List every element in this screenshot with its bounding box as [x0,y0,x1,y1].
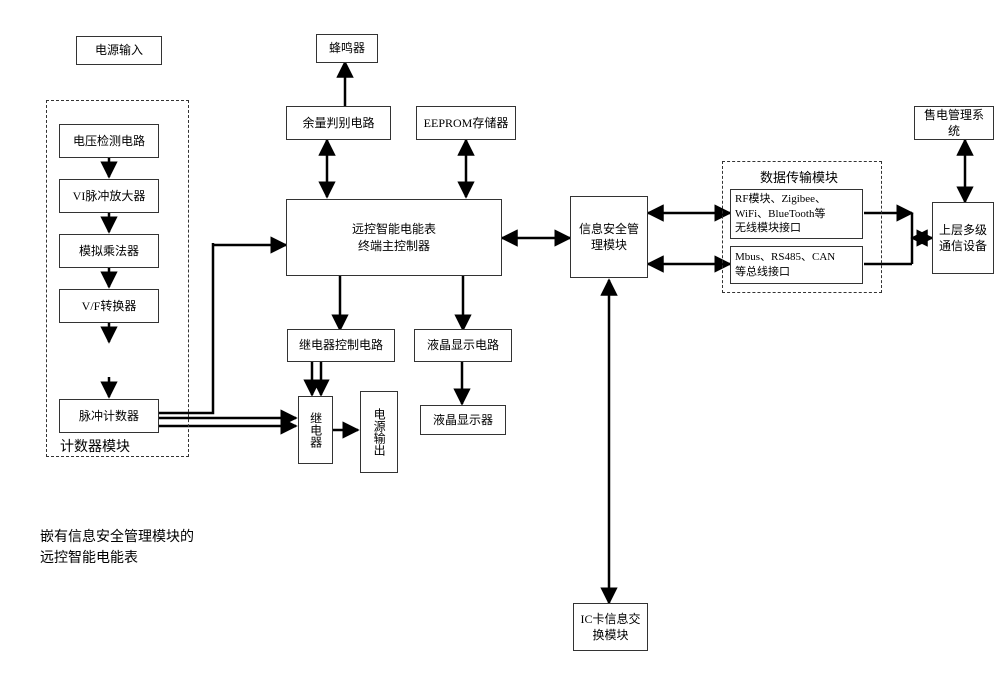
wireless-text: RF模块、Zigibee、 WiFi、BlueTooth等 无线模块接口 [735,192,826,237]
wireless-l2: WiFi、BlueTooth等 [735,208,825,220]
buzzer-label: 蜂鸣器 [329,40,365,56]
lcd-display-box: 液晶显示器 [420,405,506,435]
ic-card-box: IC卡信息交换模块 [573,603,648,651]
wireless-box: RF模块、Zigibee、 WiFi、BlueTooth等 无线模块接口 [730,189,863,239]
eeprom-label: EEPROM存储器 [424,115,509,131]
upper-comm-label: 上层多级通信设备 [937,222,989,254]
bus-box: Mbus、RS485、CAN 等总线接口 [730,246,863,284]
counter-module-label: 计数器模块 [60,436,130,456]
remaining-judge-label: 余量判别电路 [302,115,374,131]
voltage-detect-box: 电压检测电路 [59,124,159,158]
eeprom-box: EEPROM存储器 [416,106,516,140]
vi-pulse-box: VI脉冲放大器 [59,179,159,213]
power-output-box: 电源输出 [360,391,398,473]
relay-box: 继电器 [298,396,333,464]
buzzer-box: 蜂鸣器 [316,34,378,63]
voltage-detect-label: 电压检测电路 [73,133,145,149]
main-boundary-label-l2: 远控智能电能表 [40,551,138,566]
wireless-l1: RF模块、Zigibee、 [735,193,826,205]
pulse-counter-label: 脉冲计数器 [79,408,139,424]
data-transfer-label: 数据传输模块 [760,167,838,186]
main-boundary-label-l1: 嵌有信息安全管理模块的 [40,530,194,545]
upper-comm-box: 上层多级通信设备 [932,202,994,274]
info-security-box: 信息安全管理模块 [570,196,648,278]
power-output-label: 电源输出 [371,408,387,456]
sales-mgmt-box: 售电管理系统 [914,106,994,140]
main-controller-l1: 远控智能电能表 [352,221,436,237]
ic-card-label: IC卡信息交换模块 [578,611,643,643]
lcd-circuit-label: 液晶显示电路 [427,337,499,353]
bus-l1: Mbus、RS485、CAN [735,251,835,263]
main-controller-l2: 终端主控制器 [358,238,430,254]
relay-label: 继电器 [307,412,323,448]
power-input-label: 电源输入 [95,42,143,58]
main-boundary-label: 嵌有信息安全管理模块的 远控智能电能表 [40,527,194,569]
bus-text: Mbus、RS485、CAN 等总线接口 [735,250,835,280]
remaining-judge-box: 余量判别电路 [286,106,391,140]
power-input-box: 电源输入 [76,36,162,65]
sales-mgmt-label: 售电管理系统 [919,107,989,139]
relay-control-label: 继电器控制电路 [299,337,383,353]
analog-mult-box: 模拟乘法器 [59,234,159,268]
vf-converter-label: V/F转换器 [82,298,137,314]
bus-l2: 等总线接口 [735,266,790,278]
lcd-circuit-box: 液晶显示电路 [414,329,512,362]
info-security-label: 信息安全管理模块 [575,221,643,253]
vf-converter-box: V/F转换器 [59,289,159,323]
lcd-display-label: 液晶显示器 [433,412,493,428]
main-controller-box: 远控智能电能表 终端主控制器 [286,199,502,276]
relay-control-box: 继电器控制电路 [287,329,395,362]
vi-pulse-label: VI脉冲放大器 [73,188,146,204]
wireless-l3: 无线模块接口 [735,222,801,234]
pulse-counter-box: 脉冲计数器 [59,399,159,433]
analog-mult-label: 模拟乘法器 [79,243,139,259]
